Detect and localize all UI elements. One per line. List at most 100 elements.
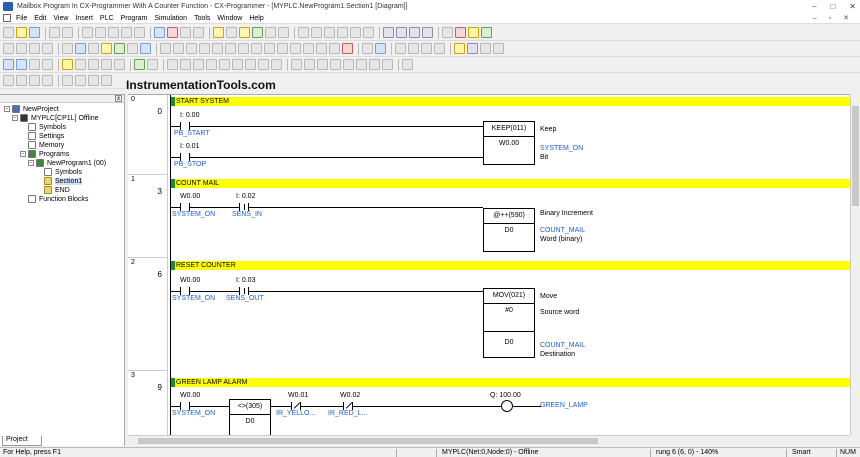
scan-replay-icon[interactable] (343, 59, 354, 70)
rung-comment[interactable]: START SYSTEM (171, 97, 850, 106)
monitor-mode-icon-2[interactable] (101, 59, 112, 70)
sim-run-icon[interactable] (193, 59, 204, 70)
contact-sens-out[interactable] (239, 287, 249, 295)
monitor-mode-icon[interactable] (114, 43, 125, 54)
zoom-out-icon[interactable] (16, 43, 27, 54)
program-mode-icon[interactable] (75, 59, 86, 70)
new-icon[interactable] (3, 27, 14, 38)
redo-icon[interactable] (134, 27, 145, 38)
program-check-icon[interactable] (265, 27, 276, 38)
io-table-icon[interactable] (442, 27, 453, 38)
tree-item-program[interactable]: − NewProgram1 (00) (28, 159, 106, 167)
force-on-icon[interactable] (337, 27, 348, 38)
tree-item-section1[interactable]: Section1 (44, 177, 83, 185)
tree-item-memory[interactable]: Memory (28, 141, 64, 149)
ladder-diagram[interactable]: 0 0 START SYSTEM I: 0.00 PB_START I: 0.0… (128, 94, 850, 435)
project-window-icon[interactable] (409, 27, 420, 38)
tab-project[interactable]: Project (2, 436, 42, 446)
breakpoint-icon[interactable] (291, 59, 302, 70)
new-instruction-icon[interactable] (290, 43, 301, 54)
menu-edit[interactable]: Edit (34, 15, 46, 22)
sim-step-in-icon[interactable] (232, 59, 243, 70)
tree-item-end[interactable]: END (44, 186, 70, 194)
paste-icon[interactable] (108, 27, 119, 38)
tree-item-settings[interactable]: Settings (28, 132, 64, 140)
replace-icon[interactable] (167, 27, 178, 38)
menu-window[interactable]: Window (217, 15, 242, 22)
rung-number-cell[interactable]: 2 6 (128, 258, 168, 371)
print-preview-icon[interactable] (62, 27, 73, 38)
vertical-delete-icon[interactable] (362, 43, 373, 54)
work-online-icon-2[interactable] (3, 59, 14, 70)
vertical-scrollbar[interactable] (850, 94, 860, 435)
rung-comment[interactable]: COUNT MAIL (171, 179, 850, 188)
compare-icon[interactable] (454, 43, 465, 54)
menu-file[interactable]: File (16, 15, 27, 22)
help-icon[interactable] (193, 27, 204, 38)
new-horizontal-icon[interactable] (251, 43, 262, 54)
close-button[interactable]: ✕ (849, 2, 856, 11)
show-symbols-icon[interactable] (88, 43, 99, 54)
new-closed-or-icon[interactable] (212, 43, 223, 54)
operating-mode-icon[interactable] (62, 59, 73, 70)
contact-ir-yellow[interactable] (291, 402, 301, 410)
rung-comment[interactable]: GREEN LAMP ALARM (171, 378, 850, 387)
auto-online-icon[interactable] (16, 59, 27, 70)
sim-continuous-icon[interactable] (258, 59, 269, 70)
exit-sim-icon[interactable] (402, 59, 413, 70)
cut-icon[interactable] (82, 27, 93, 38)
zoom-icon[interactable] (42, 43, 53, 54)
pause-icon[interactable] (278, 27, 289, 38)
rung-number-cell[interactable]: 1 3 (128, 175, 168, 258)
run-mode-icon[interactable] (114, 59, 125, 70)
data-trace-icon[interactable] (324, 27, 335, 38)
debug-mode-icon[interactable] (88, 59, 99, 70)
io-condition-icon[interactable] (330, 59, 341, 70)
tree-item-function-blocks[interactable]: Function Blocks (28, 195, 88, 203)
new-contact-icon[interactable] (173, 43, 184, 54)
coil-green-lamp[interactable] (501, 400, 513, 412)
pulse-icon[interactable] (421, 43, 432, 54)
select-mode-icon[interactable] (160, 43, 171, 54)
outdent-icon[interactable] (75, 75, 86, 86)
menu-simulation[interactable]: Simulation (154, 15, 187, 22)
work-online-icon[interactable] (395, 43, 406, 54)
menu-help[interactable]: Help (249, 15, 263, 22)
delete-icon[interactable] (342, 43, 353, 54)
contact-system-on[interactable] (180, 402, 190, 410)
indent-icon[interactable] (62, 75, 73, 86)
new-or-contact-icon[interactable] (199, 43, 210, 54)
contact-ir-red[interactable] (343, 402, 353, 410)
uncomment-block-icon[interactable] (101, 75, 112, 86)
contact-system-on[interactable] (180, 203, 190, 211)
task-icon[interactable] (356, 59, 367, 70)
sim-stop-icon[interactable] (206, 59, 217, 70)
tree-item-project[interactable]: − NewProject (4, 105, 59, 113)
online-edit-begin-icon[interactable] (134, 59, 145, 70)
menu-plc[interactable]: PLC (100, 15, 114, 22)
force-off-icon[interactable] (350, 27, 361, 38)
function-block-compare[interactable]: <>(305) D0 (229, 399, 271, 435)
function-block-keep[interactable]: KEEP(011) W0.00 (483, 121, 535, 165)
print-icon[interactable] (49, 27, 60, 38)
sim-scan-icon[interactable] (271, 59, 282, 70)
zoom-fit-icon[interactable] (29, 43, 40, 54)
tree-item-program-symbols[interactable]: Symbols (44, 168, 82, 176)
offset-icon[interactable] (434, 43, 445, 54)
new-vertical-icon[interactable] (238, 43, 249, 54)
time-chart-icon[interactable] (493, 43, 504, 54)
bookmark-prev-icon[interactable] (29, 75, 40, 86)
warning-icon[interactable] (213, 27, 224, 38)
save-icon[interactable] (29, 27, 40, 38)
bookmark-toggle-icon[interactable] (3, 75, 14, 86)
function-block-increment[interactable]: @++(590) D0 (483, 208, 535, 252)
minimize-button[interactable]: – (812, 2, 816, 11)
new-coil-icon[interactable] (264, 43, 275, 54)
menu-tools[interactable]: Tools (194, 15, 210, 22)
tree-item-symbols[interactable]: Symbols (28, 123, 66, 131)
tree-item-plc[interactable]: − MYPLC[CP1L] Offline (12, 114, 99, 122)
new-fb-icon[interactable] (303, 43, 314, 54)
new-pulse-contact-icon[interactable] (225, 43, 236, 54)
function-block-move[interactable]: MOV(021) #0 D0 (483, 288, 535, 358)
open-icon[interactable] (16, 27, 27, 38)
